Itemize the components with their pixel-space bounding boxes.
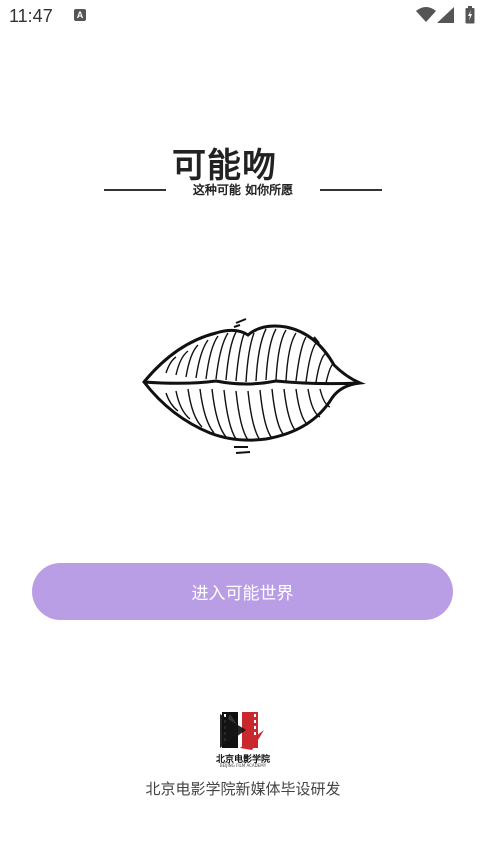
film-academy-logo-icon xyxy=(216,712,264,750)
battery-icon xyxy=(465,6,475,24)
slogan-text: 这种可能 如你所愿 xyxy=(192,183,294,197)
footer-credit: 北京电影学院新媒体毕设研发 xyxy=(145,780,341,798)
lips-icon xyxy=(142,318,366,454)
enter-world-button[interactable]: 进入可能世界 xyxy=(32,563,453,620)
bfa-logo: 北京电影学院 BEIJING FILM ACADEMY xyxy=(212,710,274,768)
bfa-logo-subtext: BEIJING FILM ACADEMY xyxy=(219,763,267,768)
status-time: 11:47 xyxy=(9,6,53,26)
slogan-divider-right xyxy=(320,189,382,191)
wifi-icon xyxy=(416,7,436,22)
signal-icon xyxy=(437,7,454,23)
app-slogan: 这种可能 如你所愿 xyxy=(104,180,382,200)
slogan-divider-left xyxy=(104,189,166,191)
status-bar: 11:47 A xyxy=(0,0,486,34)
a-icon: A xyxy=(74,9,86,21)
